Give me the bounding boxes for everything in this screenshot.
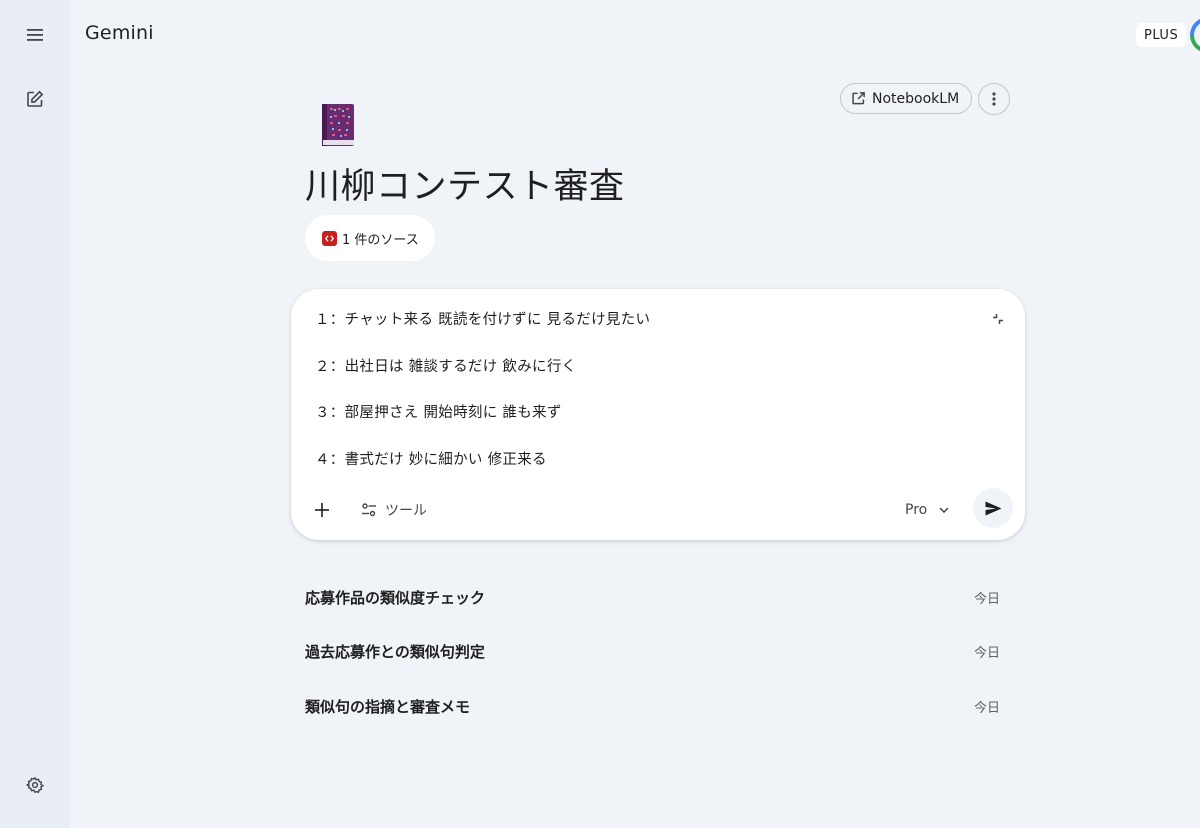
history-item-date: 今日 bbox=[973, 700, 1000, 716]
plan-badge: PLUS bbox=[1136, 23, 1187, 47]
book-icon bbox=[322, 104, 354, 146]
source-chip[interactable]: 1 件のソース bbox=[305, 215, 435, 261]
open-in-new-icon bbox=[852, 92, 865, 105]
avatar[interactable] bbox=[1190, 17, 1200, 53]
more-options-button[interactable] bbox=[978, 83, 1010, 115]
collapse-icon[interactable] bbox=[986, 307, 1010, 331]
tools-button[interactable]: ツール bbox=[355, 495, 433, 525]
more-vert-icon bbox=[992, 92, 996, 106]
gem-title: 川柳コンテスト審査 bbox=[305, 167, 625, 207]
new-chat-edit-icon[interactable] bbox=[17, 81, 53, 117]
add-attachment-button[interactable] bbox=[307, 495, 337, 525]
notebooklm-button[interactable]: NotebookLM bbox=[840, 83, 973, 114]
plus-icon bbox=[315, 503, 329, 517]
menu-icon[interactable] bbox=[17, 17, 53, 53]
tune-icon bbox=[362, 503, 376, 517]
prompt-composer[interactable]: １：チャット来る 既読を付けずに 見るだけ見たい ２：出社日は 雑談するだけ 飲… bbox=[291, 289, 1025, 540]
history-item-date: 今日 bbox=[973, 591, 1000, 607]
chevron-down-icon bbox=[939, 507, 949, 513]
prompt-line: １：チャット来る 既読を付けずに 見るだけ見たい bbox=[315, 312, 651, 328]
send-button[interactable] bbox=[973, 488, 1013, 528]
history-item-title: 類似句の指摘と審査メモ bbox=[305, 697, 471, 716]
history-item-date: 今日 bbox=[973, 646, 1000, 662]
settings-gear-icon[interactable] bbox=[17, 767, 53, 803]
prompt-input[interactable]: １：チャット来る 既読を付けずに 見るだけ見たい ２：出社日は 雑談するだけ 飲… bbox=[315, 309, 975, 495]
side-rail bbox=[0, 0, 70, 828]
history-item-title: 応募作品の類似度チェック bbox=[305, 588, 486, 607]
history-item[interactable]: 応募作品の類似度チェック 今日 bbox=[305, 570, 1000, 625]
prompt-line: ２：出社日は 雑談するだけ 飲みに行く bbox=[315, 358, 577, 375]
history-item[interactable]: 過去応募作との類似句判定 今日 bbox=[305, 625, 1000, 680]
model-label: Pro bbox=[905, 502, 928, 518]
source-chip-label: 1 件のソース bbox=[342, 232, 419, 248]
send-icon bbox=[985, 501, 1001, 515]
prompt-line: ４：書式だけ 妙に細かい 修正来る bbox=[315, 451, 547, 468]
chat-history-list: 応募作品の類似度チェック 今日 過去応募作との類似句判定 今日 類似句の指摘と審… bbox=[305, 570, 1000, 734]
notebooklm-label: NotebookLM bbox=[872, 90, 960, 107]
model-selector[interactable]: Pro bbox=[899, 495, 955, 525]
code-source-icon bbox=[322, 230, 337, 246]
prompt-line: ３：部屋押さえ 開始時刻に 誰も来ず bbox=[315, 405, 562, 421]
tools-label: ツール bbox=[385, 503, 427, 519]
history-item[interactable]: 類似句の指摘と審査メモ 今日 bbox=[305, 679, 1000, 734]
main-area: Gemini PLUS NotebookLM 川柳コンテスト審査 1 件のソース… bbox=[70, 0, 1200, 828]
history-item-title: 過去応募作との類似句判定 bbox=[305, 643, 485, 662]
app-title[interactable]: Gemini bbox=[85, 22, 154, 44]
